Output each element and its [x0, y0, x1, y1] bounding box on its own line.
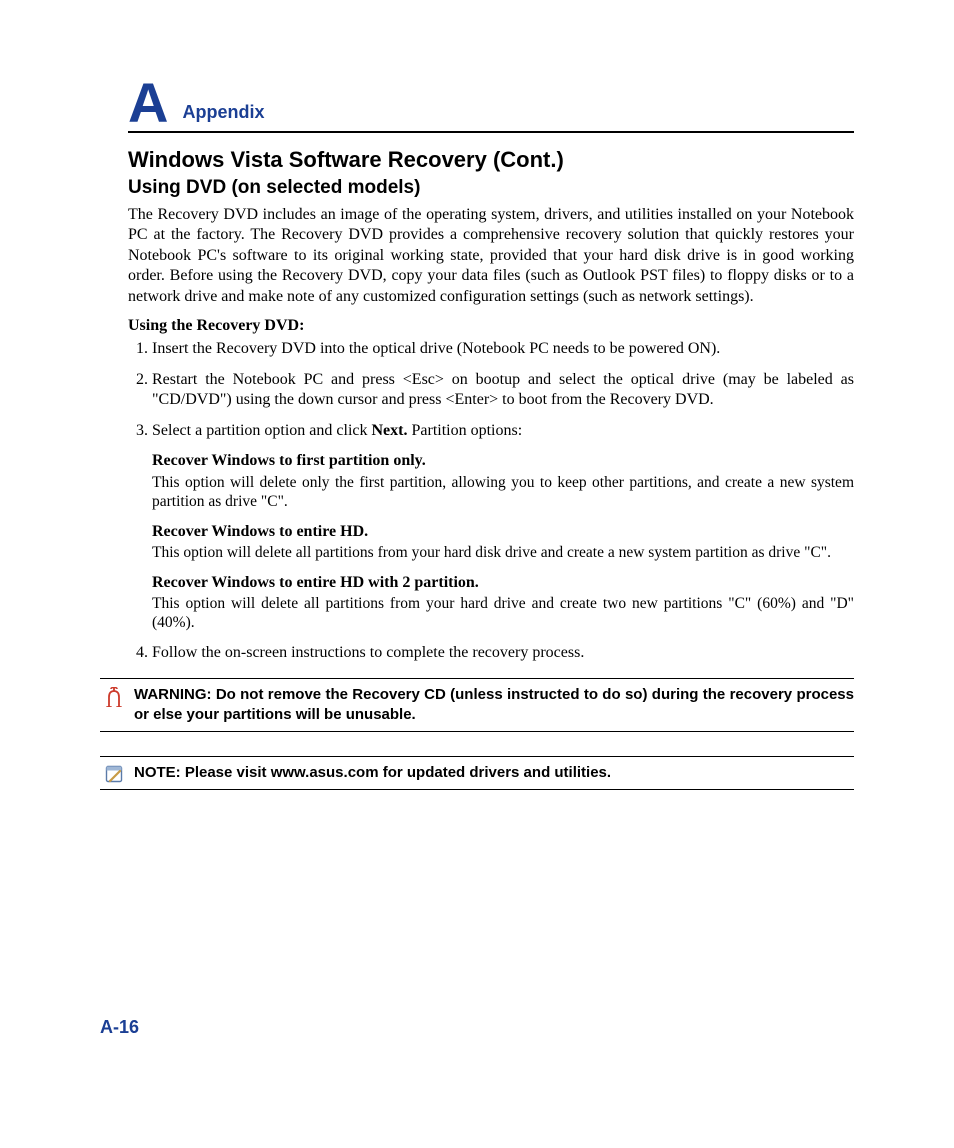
note-callout: NOTE: Please visit www.asus.com for upda…: [100, 756, 854, 790]
option-3-desc: This option will delete all partitions f…: [152, 595, 854, 633]
option-2-desc: This option will delete all partitions f…: [152, 544, 854, 563]
step-1: Insert the Recovery DVD into the optical…: [152, 339, 854, 359]
page: A Appendix Windows Vista Software Recove…: [0, 0, 954, 1148]
option-2-title: Recover Windows to entire HD.: [152, 522, 854, 542]
step-3-bold: Next.: [372, 422, 408, 439]
option-1-desc: This option will delete only the first p…: [152, 474, 854, 512]
section-header: A Appendix: [128, 75, 854, 133]
step-3: Select a partition option and click Next…: [152, 421, 854, 633]
note-text: NOTE: Please visit www.asus.com for upda…: [128, 763, 854, 783]
step-4: Follow the on-screen instructions to com…: [152, 643, 854, 663]
page-subtitle: Using DVD (on selected models): [128, 177, 854, 199]
steps-list: Insert the Recovery DVD into the optical…: [128, 339, 854, 663]
step-3-pre: Select a partition option and click: [152, 422, 372, 439]
option-2: Recover Windows to entire HD. This optio…: [152, 522, 854, 563]
warning-callout: WARNING: Do not remove the Recovery CD (…: [100, 678, 854, 733]
page-title: Windows Vista Software Recovery (Cont.): [128, 147, 854, 173]
list-heading: Using the Recovery DVD:: [128, 317, 854, 335]
intro-paragraph: The Recovery DVD includes an image of th…: [128, 205, 854, 307]
option-3-title: Recover Windows to entire HD with 2 part…: [152, 573, 854, 593]
option-1: Recover Windows to first partition only.…: [152, 451, 854, 511]
note-icon: [100, 763, 128, 783]
warning-icon: [100, 685, 128, 707]
option-1-title: Recover Windows to first partition only.: [152, 451, 854, 471]
warning-text: WARNING: Do not remove the Recovery CD (…: [128, 685, 854, 726]
page-number: A-16: [100, 1017, 139, 1038]
step-3-post: Partition options:: [407, 422, 522, 439]
option-3: Recover Windows to entire HD with 2 part…: [152, 573, 854, 633]
section-label: Appendix: [182, 102, 264, 123]
step-2: Restart the Notebook PC and press <Esc> …: [152, 370, 854, 411]
section-letter: A: [128, 75, 168, 131]
